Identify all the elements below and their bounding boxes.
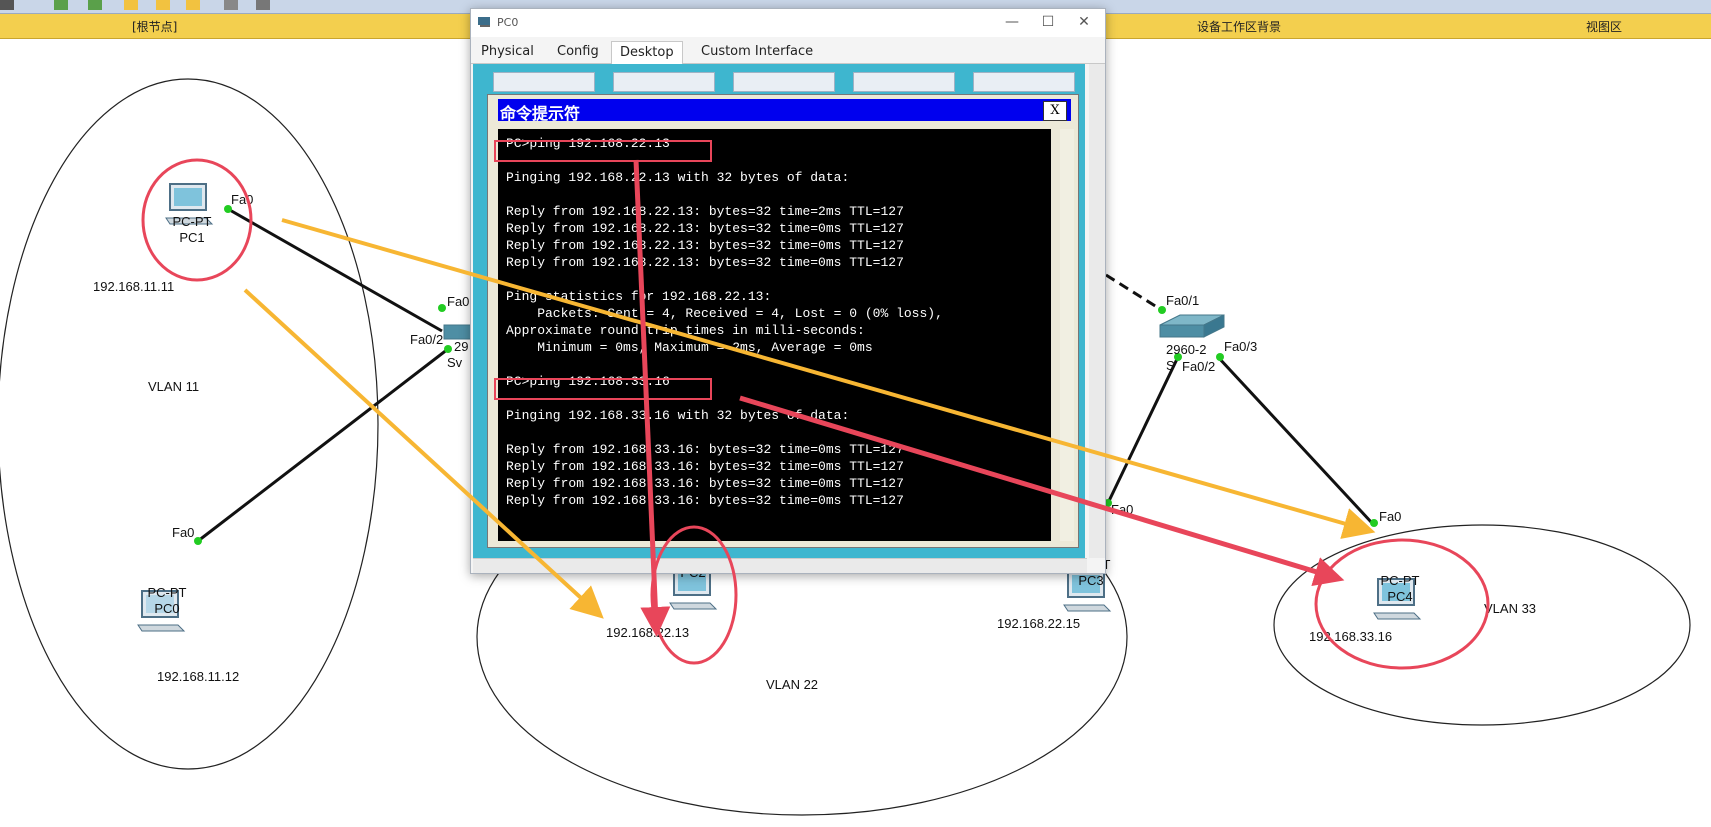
sw2-port-b-label: Fa0/3 xyxy=(1224,339,1258,354)
cmd-scrollbar[interactable] xyxy=(1060,129,1074,541)
root-node-label[interactable]: [根节点] xyxy=(132,18,177,35)
vlan-22-label: VLAN 22 xyxy=(766,677,819,692)
switch-icon xyxy=(1159,314,1225,338)
down-arrow-icon[interactable] xyxy=(54,0,68,10)
pc1-type-label: PC-PT xyxy=(172,214,212,229)
link-sw2-pc4 xyxy=(1216,355,1374,525)
tab-desktop[interactable]: Desktop xyxy=(611,41,683,64)
desktop-app-icon[interactable] xyxy=(493,72,595,92)
pc2-ip-label: 192.168.22.13 xyxy=(606,625,690,640)
window-title: PC0 xyxy=(497,16,519,29)
window-tabs: Physical Config Desktop Custom Interface xyxy=(471,39,1105,64)
pc3-name-label: PC3 xyxy=(1078,573,1104,588)
sw1-port-a-label: Fa0 xyxy=(447,294,470,309)
sw1-port-b-label: Fa0/2 xyxy=(410,332,444,347)
vlan-11-label: VLAN 11 xyxy=(148,379,200,394)
tab-physical[interactable]: Physical xyxy=(473,41,542,63)
cmd-close-button[interactable]: X xyxy=(1043,101,1067,121)
highlight-ping-1 xyxy=(494,140,712,162)
pc4-port-label: Fa0 xyxy=(1379,509,1402,524)
link-tool-icon[interactable] xyxy=(124,0,138,10)
sw2-port-a-label: Fa0/1 xyxy=(1166,293,1200,308)
desktop-app-icon[interactable] xyxy=(973,72,1075,92)
link-pc0-sw1 xyxy=(197,347,449,543)
desktop-app-icon[interactable] xyxy=(733,72,835,92)
pc3-ip-label: 192.168.22.15 xyxy=(997,616,1081,631)
pc0-name-label: PC0 xyxy=(154,601,180,616)
view-area-label[interactable]: 视图区 xyxy=(1586,18,1622,35)
terminal-output[interactable]: PC>ping 192.168.22.13 Pinging 192.168.22… xyxy=(498,129,1051,541)
vlan-33-label: VLAN 33 xyxy=(1484,601,1537,616)
toolbar-icon[interactable] xyxy=(0,0,14,10)
cmd-title: 命令提示符 xyxy=(500,104,581,123)
pc0-window[interactable]: PC0 — ☐ ✕ Physical Config Desktop Custom… xyxy=(470,8,1106,574)
link-trunk xyxy=(1105,273,1161,311)
desktop-app-icon[interactable] xyxy=(853,72,955,92)
command-prompt[interactable]: 命令提示符 X PC>ping 192.168.22.13 Pinging 19… xyxy=(487,94,1079,548)
desktop-app-icon[interactable] xyxy=(613,72,715,92)
window-hscrollbar[interactable] xyxy=(473,558,1087,573)
pc-app-icon xyxy=(478,17,490,27)
link-tool-icon[interactable] xyxy=(156,0,170,10)
pc1-ip-label: 192.168.11.11 xyxy=(93,279,175,294)
pc4-ip-label: 192.168.33.16 xyxy=(1309,629,1393,644)
minimize-button[interactable]: — xyxy=(997,12,1027,32)
link-sw2-pc3 xyxy=(1106,356,1180,504)
pc0-ip-label: 192.168.11.12 xyxy=(157,669,240,684)
sw2-sub-label: S xyxy=(1166,358,1175,373)
window-vscrollbar[interactable] xyxy=(1089,64,1105,558)
inspect-icon[interactable] xyxy=(256,0,270,10)
pc4-type-label: PC-PT xyxy=(1380,573,1420,588)
sw2-port-c-label: Fa0/2 xyxy=(1182,359,1216,374)
sw2-name-label: 2960-2 xyxy=(1166,342,1207,357)
pc4-name-label: PC4 xyxy=(1387,589,1413,604)
pc1-name-label: PC1 xyxy=(179,230,205,245)
link-pc1-sw1 xyxy=(227,207,443,333)
tab-config[interactable]: Config xyxy=(549,41,607,63)
sw1-name-label: 29 xyxy=(454,339,469,354)
tab-custom-interface[interactable]: Custom Interface xyxy=(693,41,821,63)
down-arrow-icon[interactable] xyxy=(88,0,102,10)
desktop-area: 命令提示符 X PC>ping 192.168.22.13 Pinging 19… xyxy=(473,64,1085,558)
highlight-ping-2 xyxy=(494,378,712,400)
close-button[interactable]: ✕ xyxy=(1069,12,1099,32)
pc0-type-label: PC-PT xyxy=(147,585,187,600)
palette-icon[interactable] xyxy=(224,0,238,10)
cmd-titlebar: 命令提示符 X xyxy=(498,99,1071,123)
vlan-33-ellipse xyxy=(1273,524,1691,726)
pc0-port-label: Fa0 xyxy=(172,525,195,540)
sw1-sub-label: Sv xyxy=(447,355,463,370)
window-titlebar[interactable]: PC0 — ☐ ✕ xyxy=(471,9,1105,37)
pc1-port-label: Fa0 xyxy=(231,192,254,207)
link-tool-icon[interactable] xyxy=(186,0,200,10)
pc3-port-label: Fa0 xyxy=(1111,502,1134,517)
maximize-button[interactable]: ☐ xyxy=(1033,12,1063,32)
device-bg-label[interactable]: 设备工作区背景 xyxy=(1197,18,1281,35)
terminal-text: PC>ping 192.168.22.13 Pinging 192.168.22… xyxy=(506,136,943,508)
